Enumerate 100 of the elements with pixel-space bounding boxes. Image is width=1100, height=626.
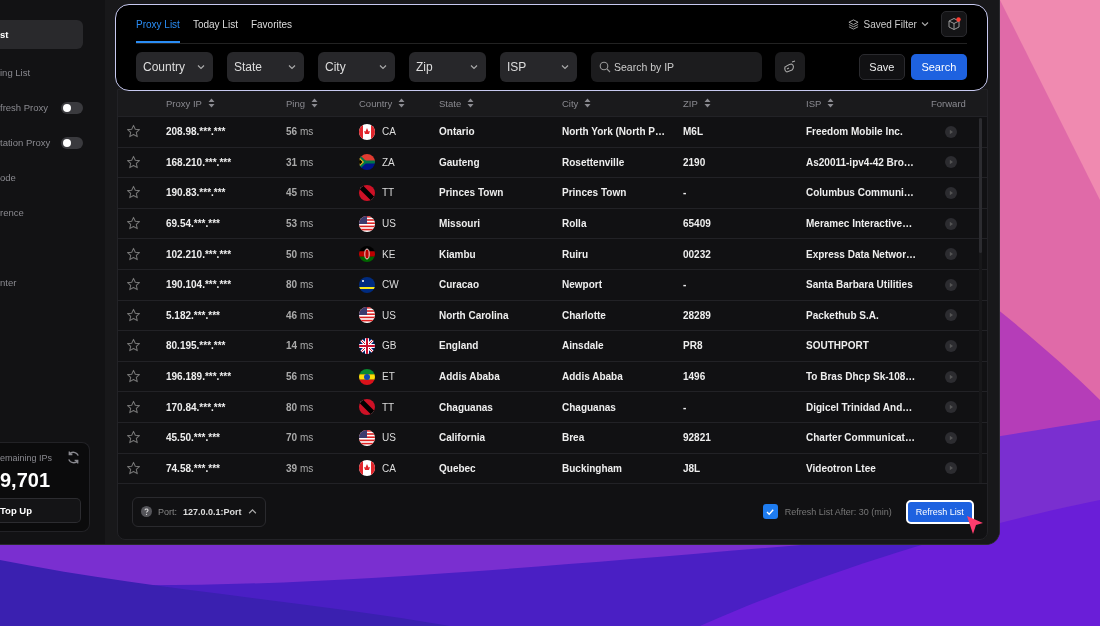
- table-cell: 92821: [683, 432, 711, 444]
- refresh-list-button[interactable]: Refresh List: [905, 499, 974, 524]
- table-cell: SOUTHPORT: [806, 340, 869, 352]
- filter-dropdown[interactable]: City: [318, 52, 395, 82]
- sidebar-item[interactable]: rence: [0, 207, 24, 218]
- table-cell: Kiambu: [439, 248, 476, 260]
- star-icon[interactable]: [126, 185, 141, 201]
- star-icon[interactable]: [126, 430, 141, 446]
- sort-icon[interactable]: [827, 98, 835, 108]
- filter-dropdown[interactable]: Country: [136, 52, 213, 82]
- remaining-count: 9,701: [0, 469, 52, 492]
- sidebar-item[interactable]: ode: [0, 172, 16, 183]
- play-icon[interactable]: [945, 125, 957, 138]
- table-cell: 65409: [683, 218, 711, 230]
- checkbox[interactable]: [762, 504, 778, 520]
- table-cell: 190.83.***.***: [166, 187, 226, 199]
- flag-icon: [359, 399, 375, 416]
- table-cell: 5.182.***.***: [166, 309, 220, 321]
- saved-filter-dropdown[interactable]: Saved Filter: [848, 18, 929, 30]
- search-field[interactable]: Search by IP: [591, 52, 762, 82]
- table-cell: ZA: [382, 156, 395, 168]
- sidebar-item[interactable]: tation Proxy: [0, 137, 51, 148]
- table-cell: -: [683, 401, 687, 413]
- top-up-button[interactable]: Top Up: [0, 498, 81, 523]
- play-icon[interactable]: [945, 217, 957, 230]
- table-cell: 168.210.***.***: [166, 156, 232, 168]
- clear-button[interactable]: [775, 52, 805, 82]
- cube-button[interactable]: [940, 11, 967, 37]
- play-icon[interactable]: [945, 187, 957, 199]
- play-icon[interactable]: [945, 401, 957, 414]
- star-icon[interactable]: [126, 124, 141, 140]
- star-icon[interactable]: [126, 369, 141, 385]
- table-cell: 28289: [683, 309, 711, 321]
- flag-icon: [359, 307, 375, 324]
- table-cell: 80 ms: [286, 401, 314, 413]
- table-cell: Ainsdale: [562, 340, 604, 352]
- table-cell: 170.84.***.***: [166, 401, 226, 413]
- save-button[interactable]: Save: [858, 54, 905, 80]
- table-cell: 31 ms: [286, 156, 314, 168]
- table-cell: US: [382, 432, 396, 444]
- table-cell: 102.210.***.***: [166, 248, 232, 260]
- play-icon[interactable]: [945, 431, 957, 444]
- play-icon[interactable]: [945, 370, 957, 383]
- star-icon[interactable]: [126, 460, 141, 476]
- sort-icon[interactable]: [584, 98, 592, 108]
- table-cell: Freedom Mobile Inc.: [806, 126, 903, 138]
- flag-icon: [359, 123, 375, 140]
- star-icon[interactable]: [126, 307, 141, 323]
- sort-icon[interactable]: [398, 98, 406, 108]
- star-icon[interactable]: [126, 154, 141, 170]
- column-header[interactable]: Country: [359, 97, 393, 109]
- table-cell: 45 ms: [286, 187, 314, 199]
- table-cell: Express Data Networ…: [806, 248, 917, 260]
- play-icon[interactable]: [945, 339, 957, 352]
- port-button[interactable]: Port: 127.0.0.1:Port: [132, 496, 266, 527]
- play-icon[interactable]: [945, 462, 957, 475]
- play-icon[interactable]: [945, 309, 957, 322]
- column-header[interactable]: Proxy IP: [166, 97, 202, 109]
- sort-icon[interactable]: [703, 98, 711, 108]
- table-cell: PR8: [683, 340, 703, 352]
- tab[interactable]: Today List: [192, 5, 238, 43]
- sidebar-item[interactable]: fresh Proxy: [0, 102, 49, 113]
- star-icon[interactable]: [126, 246, 141, 262]
- flag-icon: [359, 246, 375, 263]
- column-header[interactable]: City: [562, 97, 579, 109]
- table-cell: Videotron Ltee: [806, 462, 876, 474]
- star-icon[interactable]: [126, 399, 141, 415]
- play-icon[interactable]: [945, 248, 957, 261]
- filter-dropdown[interactable]: Zip: [409, 52, 486, 82]
- star-icon[interactable]: [126, 216, 141, 232]
- play-icon[interactable]: [945, 278, 957, 291]
- sidebar-item[interactable]: ing List: [0, 67, 31, 78]
- column-header[interactable]: ZIP: [683, 97, 698, 109]
- layers-icon: [848, 18, 860, 30]
- star-icon[interactable]: [126, 277, 141, 293]
- sort-icon[interactable]: [207, 98, 215, 108]
- play-icon[interactable]: [945, 156, 957, 169]
- table-cell: Missouri: [439, 218, 481, 230]
- table-cell: To Bras Dhcp Sk-108…: [806, 371, 916, 383]
- sort-icon[interactable]: [467, 98, 475, 108]
- refresh-icon[interactable]: [66, 450, 81, 465]
- filter-dropdown[interactable]: ISP: [500, 52, 577, 82]
- table-cell: Rolla: [562, 218, 587, 230]
- filter-dropdown[interactable]: State: [227, 52, 304, 82]
- sidebar-item[interactable]: nter: [0, 277, 17, 288]
- column-header[interactable]: Ping: [286, 97, 305, 109]
- chevron-icon: [287, 62, 297, 72]
- toggle-switch[interactable]: [61, 136, 83, 149]
- column-header[interactable]: Forward: [931, 97, 966, 109]
- table-cell: 190.104.***.***: [166, 279, 232, 291]
- table-cell: 208.98.***.***: [166, 126, 226, 138]
- tab[interactable]: Proxy List: [136, 5, 180, 43]
- sidebar-item[interactable]: st: [0, 20, 83, 49]
- sort-icon[interactable]: [311, 98, 318, 108]
- column-header[interactable]: ISP: [806, 97, 822, 109]
- star-icon[interactable]: [126, 338, 141, 354]
- toggle-switch[interactable]: [61, 101, 83, 114]
- column-header[interactable]: State: [439, 97, 462, 109]
- tab[interactable]: Favorites: [250, 5, 293, 43]
- search-button[interactable]: Search: [910, 54, 967, 80]
